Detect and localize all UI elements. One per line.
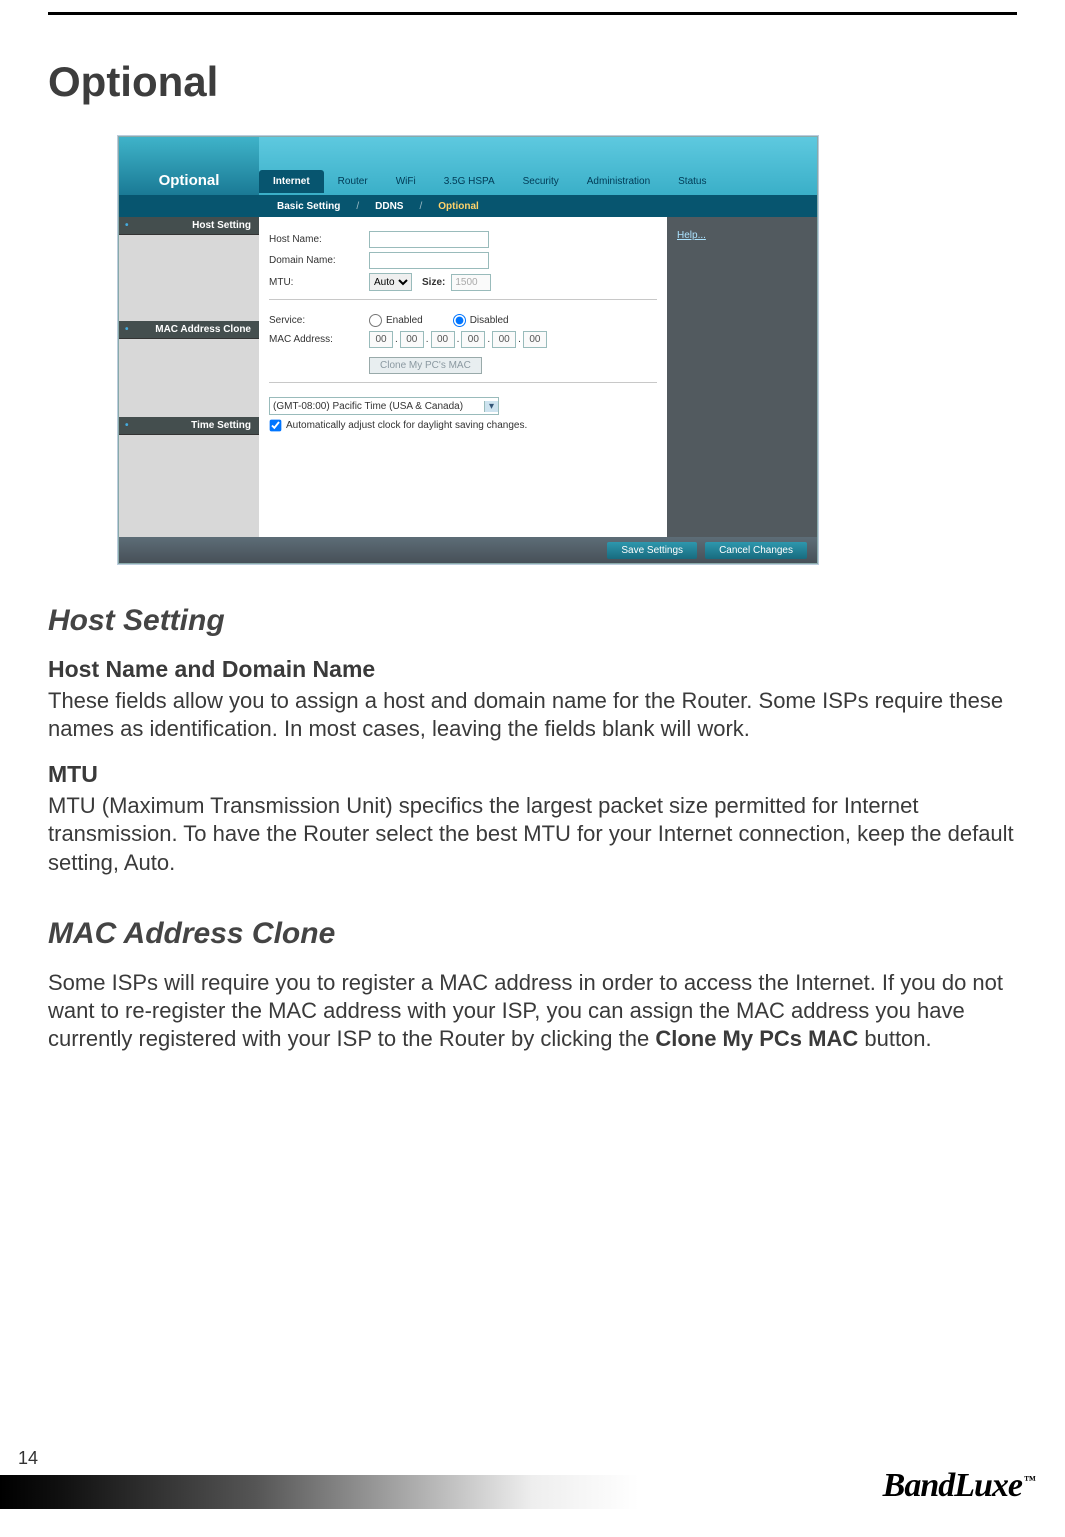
service-enabled-label: Enabled: [386, 315, 423, 326]
mac-oct-3: [431, 331, 455, 348]
sidebar: Host Setting MAC Address Clone Time Sett…: [119, 217, 259, 537]
para-host-domain: These fields allow you to assign a host …: [48, 687, 1017, 743]
page-number: 14: [18, 1448, 38, 1469]
tab-hspa[interactable]: 3.5G HSPA: [430, 170, 509, 193]
mtu-label: MTU:: [269, 277, 369, 288]
mtu-size-label: Size:: [422, 277, 445, 288]
heading-host-setting: Host Setting: [48, 604, 1017, 638]
brand-text: BandLuxe: [883, 1467, 1022, 1504]
domain-name-input[interactable]: [369, 252, 489, 269]
mtu-select[interactable]: Auto: [369, 273, 412, 291]
ui-header: Optional Internet Router WiFi 3.5G HSPA …: [119, 137, 817, 195]
brand-logo: BandLuxe™: [883, 1467, 1035, 1505]
top-border: [48, 12, 1017, 15]
timezone-select[interactable]: (GMT-08:00) Pacific Time (USA & Canada) …: [269, 397, 499, 415]
tab-router[interactable]: Router: [324, 170, 382, 193]
clone-mac-button: Clone My PC's MAC: [369, 357, 482, 374]
mac-oct-1: [369, 331, 393, 348]
service-label: Service:: [269, 315, 369, 326]
sub-nav: Basic Setting / DDNS / Optional: [119, 195, 817, 217]
action-bar: Save Settings Cancel Changes: [119, 537, 817, 563]
ui-body: Host Setting MAC Address Clone Time Sett…: [119, 217, 817, 537]
separator: /: [419, 201, 422, 212]
mac-oct-2: [400, 331, 424, 348]
service-disabled-label: Disabled: [470, 315, 509, 326]
side-time-setting[interactable]: Time Setting: [119, 417, 259, 435]
service-disabled-radio[interactable]: [453, 314, 466, 327]
subnav-ddns[interactable]: DDNS: [375, 201, 403, 212]
host-name-input[interactable]: [369, 231, 489, 248]
subnav-optional[interactable]: Optional: [438, 201, 479, 212]
tab-security[interactable]: Security: [509, 170, 573, 193]
trademark-icon: ™: [1024, 1473, 1035, 1487]
save-button[interactable]: Save Settings: [607, 542, 697, 559]
dst-label: Automatically adjust clock for daylight …: [286, 420, 527, 431]
timezone-value: (GMT-08:00) Pacific Time (USA & Canada): [273, 401, 484, 412]
page-footer: 14 BandLuxe™: [0, 1467, 1065, 1509]
dst-checkbox[interactable]: [270, 420, 282, 432]
heading-host-domain: Host Name and Domain Name: [48, 656, 1017, 683]
para-mac-clone: Some ISPs will require you to register a…: [48, 969, 1017, 1053]
para-mtu: MTU (Maximum Transmission Unit) specific…: [48, 792, 1017, 876]
mtu-size-input: [451, 274, 491, 291]
page-content: Optional Optional Internet Router WiFi 3…: [48, 40, 1017, 1059]
ui-header-title: Optional: [119, 137, 259, 195]
mac-oct-5: [492, 331, 516, 348]
heading-mac-clone: MAC Address Clone: [48, 917, 1017, 951]
side-mac-clone[interactable]: MAC Address Clone: [119, 321, 259, 339]
domain-name-label: Domain Name:: [269, 255, 369, 266]
service-enabled-radio[interactable]: [369, 314, 382, 327]
host-name-label: Host Name:: [269, 234, 369, 245]
mac-oct-6: [523, 331, 547, 348]
heading-mtu: MTU: [48, 761, 1017, 788]
cancel-button[interactable]: Cancel Changes: [705, 542, 807, 559]
router-ui: Optional Internet Router WiFi 3.5G HSPA …: [118, 136, 818, 564]
tab-administration[interactable]: Administration: [573, 170, 664, 193]
help-link[interactable]: Help...: [677, 230, 706, 241]
separator: /: [356, 201, 359, 212]
main-tabs: Internet Router WiFi 3.5G HSPA Security …: [259, 137, 817, 195]
para-mac-clone-c: button.: [858, 1026, 931, 1051]
help-column: Help...: [667, 217, 817, 537]
tab-status[interactable]: Status: [664, 170, 720, 193]
para-mac-clone-bold: Clone My PCs MAC: [655, 1026, 858, 1051]
mac-address-label: MAC Address:: [269, 334, 369, 345]
tab-internet[interactable]: Internet: [259, 170, 324, 193]
tab-wifi[interactable]: WiFi: [382, 170, 430, 193]
main-panel: Host Name: Domain Name: MTU: Auto Size:: [259, 217, 667, 537]
mac-oct-4: [461, 331, 485, 348]
side-host-setting[interactable]: Host Setting: [119, 217, 259, 235]
page-title: Optional: [48, 58, 1017, 106]
subnav-basic[interactable]: Basic Setting: [277, 201, 340, 212]
chevron-down-icon: ▾: [484, 401, 498, 412]
